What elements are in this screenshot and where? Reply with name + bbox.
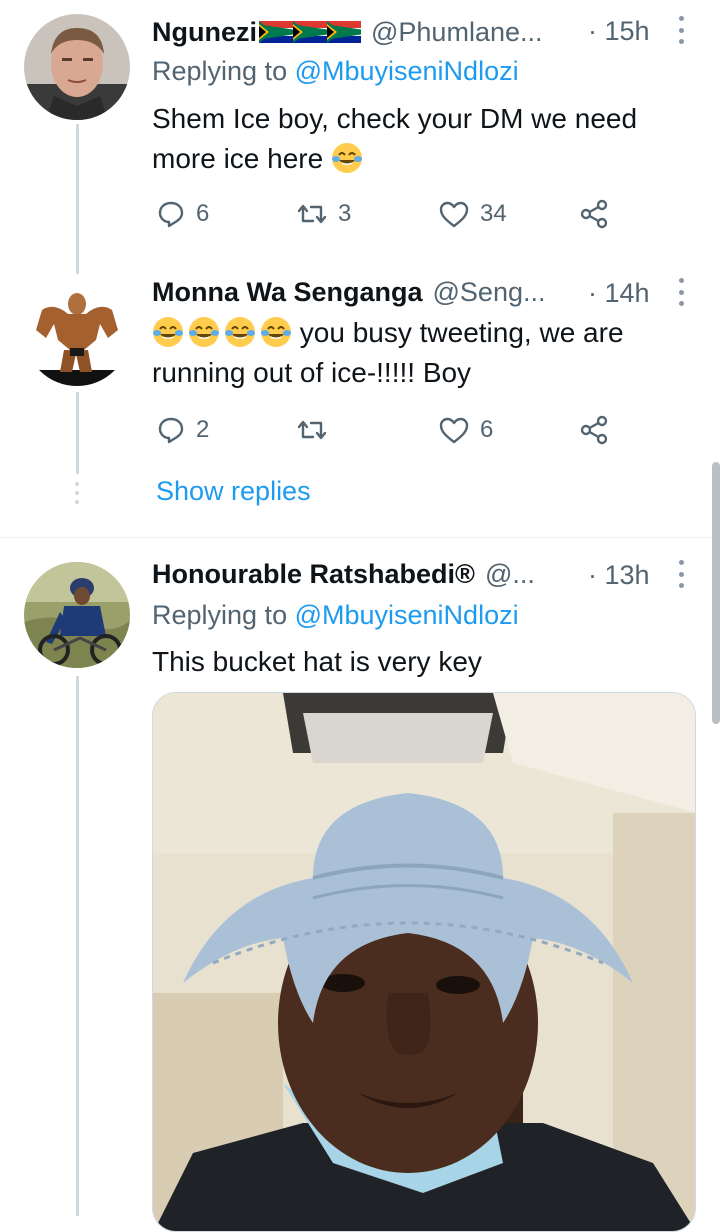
tweet-header: Honourable Ratshabedi® @... <box>152 554 535 594</box>
thread-line <box>76 676 79 1216</box>
timestamp[interactable]: · 15h <box>588 16 650 47</box>
retweet-count: 3 <box>338 200 352 227</box>
thread-line <box>76 392 79 474</box>
display-name[interactable]: Ngunezi <box>152 17 257 48</box>
share-button[interactable] <box>578 410 610 450</box>
reply-button[interactable]: 2 <box>156 410 209 450</box>
timestamp[interactable]: · 13h <box>588 560 650 591</box>
face-with-tears-of-joy-icon <box>261 317 291 347</box>
replying-to: Replying to @MbuyiseniNdlozi <box>152 56 519 87</box>
replying-to-user-link[interactable]: @MbuyiseniNdlozi <box>295 600 519 630</box>
tweet-header: Monna Wa Senganga @Seng... <box>152 272 546 312</box>
retweet-button[interactable] <box>296 410 328 450</box>
south-africa-flag-icons <box>259 21 361 43</box>
show-replies-link[interactable]: Show replies <box>156 476 311 507</box>
thread-dots-icon <box>75 482 80 504</box>
emoji-group <box>152 317 300 348</box>
avatar-monna-wa-senganga[interactable] <box>24 280 130 386</box>
tweet-text: you busy tweeting, we are running out of… <box>152 313 692 393</box>
retweet-button[interactable]: 3 <box>296 194 351 234</box>
like-count: 6 <box>480 416 494 443</box>
heart-icon <box>439 201 469 228</box>
share-button[interactable] <box>578 194 610 234</box>
display-name[interactable]: Monna Wa Senganga <box>152 277 423 308</box>
retweet-icon <box>297 420 327 440</box>
avatar-ngunezi[interactable] <box>24 14 130 120</box>
replying-to: Replying to @MbuyiseniNdlozi <box>152 600 519 631</box>
user-handle[interactable]: @... <box>485 559 535 590</box>
share-icon <box>580 199 608 229</box>
tweet-actions: 6 3 34 <box>152 194 622 234</box>
reply-button[interactable]: 6 <box>156 194 209 234</box>
face-with-tears-of-joy-icon <box>189 317 219 347</box>
face-with-tears-of-joy-icon <box>331 143 362 173</box>
reply-count: 6 <box>196 200 210 227</box>
like-button[interactable]: 34 <box>438 194 507 234</box>
user-handle[interactable]: @Seng... <box>433 277 546 308</box>
replying-to-label: Replying to <box>152 600 295 630</box>
face-with-tears-of-joy-icon <box>225 317 255 347</box>
replying-to-label: Replying to <box>152 56 295 86</box>
more-options-icon[interactable] <box>676 278 686 306</box>
more-options-icon[interactable] <box>676 560 686 588</box>
replying-to-user-link[interactable]: @MbuyiseniNdlozi <box>295 56 519 86</box>
divider <box>0 537 720 538</box>
tweet-header: Ngunezi @Phumlane... <box>152 12 543 52</box>
tweet-text-content: Shem Ice boy, check your DM we need more… <box>152 103 638 174</box>
tweet-text: This bucket hat is very key <box>152 642 692 682</box>
timestamp[interactable]: · 14h <box>588 278 650 309</box>
tweet-text: Shem Ice boy, check your DM we need more… <box>152 99 692 179</box>
heart-icon <box>439 417 469 444</box>
display-name[interactable]: Honourable Ratshabedi® <box>152 559 475 590</box>
south-africa-flag-icon <box>327 21 361 43</box>
thread-line <box>76 124 79 274</box>
south-africa-flag-icon <box>293 21 327 43</box>
share-icon <box>580 415 608 445</box>
like-button[interactable]: 6 <box>438 410 493 450</box>
user-handle[interactable]: @Phumlane... <box>371 17 543 48</box>
scrollbar[interactable] <box>712 462 720 724</box>
tweet-photo[interactable] <box>152 692 696 1232</box>
tweet-text-content: This bucket hat is very key <box>152 646 482 677</box>
more-options-icon[interactable] <box>676 16 686 44</box>
reply-icon <box>158 201 184 228</box>
reply-count: 2 <box>196 416 210 443</box>
retweet-icon <box>297 204 327 224</box>
like-count: 34 <box>480 200 507 227</box>
face-with-tears-of-joy-icon <box>153 317 183 347</box>
reply-icon <box>158 417 184 444</box>
avatar-honourable-ratshabedi[interactable] <box>24 562 130 668</box>
south-africa-flag-icon <box>259 21 293 43</box>
tweet-actions: 2 6 <box>152 410 622 450</box>
